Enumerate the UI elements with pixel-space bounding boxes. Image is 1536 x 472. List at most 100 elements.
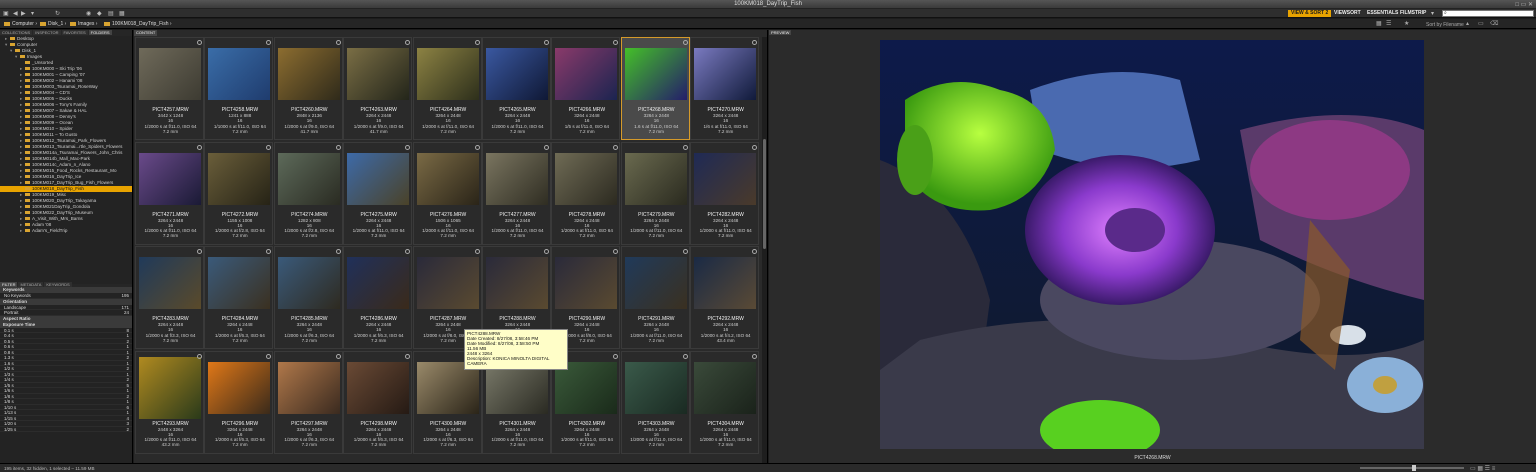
rotate-icon[interactable]: ↻ (55, 10, 60, 17)
thumbnail-cell[interactable]: PICT4278.MRW 3264 x 2448 16 1/2000 s at f/1… (551, 141, 621, 245)
thumbnail-image[interactable] (347, 48, 410, 100)
scrollbar-thumb[interactable] (763, 139, 766, 249)
window-controls[interactable]: □ ▭ ✕ (1515, 1, 1533, 8)
tab-folders[interactable]: FOLDERS (88, 30, 112, 35)
thumbnail-image[interactable] (555, 257, 618, 309)
thumbnail-cell[interactable]: PICT4263.MRW 3264 x 2448 16 1/2000 s at f/9… (343, 37, 413, 140)
breadcrumb-images[interactable]: Images › (70, 21, 97, 27)
thumbnail-image[interactable] (486, 48, 548, 100)
thumbnail-cell[interactable]: PICT4285.MRW 3264 x 2448 16 1/2000 s at f/6… (273, 246, 343, 349)
thumbnail-image[interactable] (139, 48, 201, 100)
list-view-icon[interactable]: ☰ (1386, 20, 1391, 27)
thumbnail-image[interactable] (277, 361, 340, 414)
refine-icon[interactable]: ◆ (97, 10, 102, 17)
slider-knob[interactable] (1412, 465, 1416, 471)
thumbnail-image[interactable] (347, 361, 410, 414)
thumbnail-image[interactable] (139, 356, 201, 419)
thumbnail-image[interactable] (416, 152, 479, 205)
tab-content[interactable]: CONTENT (134, 30, 158, 36)
thumbnail-cell[interactable]: PICT4275.MRW 3264 x 2448 16 1/2000 s at f/1… (343, 141, 413, 245)
thumbnail-cell[interactable]: PICT4286.MRW 3264 x 2448 16 1/2000 s at f/6… (343, 246, 413, 349)
thumbnail-cell[interactable]: PICT4283.MRW 3264 x 2448 16 1/2000 s at f/3… (135, 246, 204, 349)
forward-icon[interactable]: ▶ (21, 10, 26, 17)
workspace-view-sort-2[interactable]: VIEW & SORT 2 (1288, 10, 1332, 17)
filter-item[interactable]: 1/25 s 2 (0, 427, 132, 432)
thumbnail-image[interactable] (555, 48, 618, 100)
thumbnail-image[interactable] (208, 48, 271, 100)
thumbnail-image[interactable] (277, 257, 340, 309)
recent-folder-icon[interactable]: ▾ (31, 10, 34, 17)
thumbnail-image[interactable] (347, 257, 410, 309)
delete-icon[interactable]: ⌫ (1490, 20, 1498, 27)
thumbnail-image[interactable] (277, 152, 340, 205)
content-scrollbar[interactable] (762, 37, 767, 463)
thumbnail-image[interactable] (416, 257, 479, 309)
thumbnail-cell[interactable]: PICT4296.MRW 3264 x 2448 16 1/2000 s at f/6… (204, 350, 274, 454)
thumbnail-cell[interactable]: PICT4304.MRW 3264 x 2448 16 1/2000 s at f/1… (690, 350, 760, 454)
thumbnail-image[interactable] (416, 48, 479, 100)
thumbnail-cell[interactable]: PICT4292.MRW 3264 x 2448 16 1/2000 s at f/4… (690, 246, 760, 349)
workspace-filmstrip[interactable]: FILMSTRIP (1397, 10, 1429, 17)
workspace-essentials[interactable]: ESSENTIALS (1364, 10, 1401, 17)
breadcrumb-computer[interactable]: Computer › (4, 21, 37, 27)
thumbnail-cell[interactable]: PICT4257.MRW 3442 x 1248 16 1/2000 s at f/1… (135, 37, 204, 140)
thumbnail-image[interactable] (208, 152, 271, 205)
thumbnail-cell[interactable]: PICT4268.MRW 3264 x 2448 16 1.6 s at f/11.0… (620, 37, 690, 140)
thumbnail-image[interactable] (555, 152, 618, 205)
thumbnail-image[interactable] (694, 257, 757, 309)
thumbnail-cell[interactable]: PICT4258.MRW 1241 x 888 16 1/1000 s at f/11… (204, 37, 274, 140)
thumbnail-image[interactable] (624, 48, 687, 100)
workspace-viewsort[interactable]: VIEWSORT (1331, 10, 1364, 17)
thumbnail-cell[interactable]: PICT4266.MRW 3264 x 2448 16 1/5 s at f/11.0… (551, 37, 621, 140)
tab-favorites[interactable]: FAVORITES (61, 30, 88, 35)
thumbnail-cell[interactable]: PICT4298.MRW 3264 x 2448 16 1/2000 s at f/6… (343, 350, 413, 454)
thumbnail-cell[interactable]: PICT4293.MRW 2448 x 3264 16 1/2000 s at f/1… (135, 350, 204, 454)
sort-dropdown[interactable]: Sort by Filename (1426, 22, 1464, 28)
thumbnail-cell[interactable]: PICT4282.MRW 3264 x 2448 16 1/2000 s at f/1… (690, 141, 760, 245)
thumbnail-image[interactable] (347, 152, 410, 205)
thumbnail-image[interactable] (208, 361, 271, 414)
tab-collections[interactable]: COLLECTIONS (0, 30, 33, 35)
workspace-menu-icon[interactable]: ▾ (1431, 10, 1434, 17)
camera-icon[interactable]: ◉ (86, 10, 91, 17)
breadcrumb-current[interactable]: 100KM018_DayTrip_Fish › (104, 21, 172, 27)
thumbnail-cell[interactable]: PICT4297.MRW 3264 x 2448 16 1/2000 s at f/6… (273, 350, 343, 454)
sort-direction-icon[interactable]: ▴ (1466, 20, 1469, 27)
thumbnail-cell[interactable]: PICT4277.MRW 3264 x 2448 16 1/2000 s at f/1… (482, 141, 551, 245)
preview-image[interactable] (880, 40, 1424, 449)
thumbnail-image[interactable] (624, 152, 687, 205)
star-filter-icon[interactable]: ★ (1404, 20, 1409, 27)
thumbnail-image[interactable] (694, 48, 757, 100)
thumbnail-cell[interactable]: PICT4284.MRW 3264 x 2448 16 1/2000 s at f/6… (204, 246, 274, 349)
thumbnail-image[interactable] (624, 361, 687, 414)
thumbnail-cell[interactable]: PICT4276.MRW 1506 x 1065 16 1/2000 s at f/1… (412, 141, 482, 245)
tab-preview[interactable]: PREVIEW (769, 30, 792, 35)
thumbnail-cell[interactable]: PICT4264.MRW 3264 x 2448 16 1/2000 s at f/1… (412, 37, 482, 140)
thumbnail-image[interactable] (694, 152, 757, 205)
thumbnail-image[interactable] (139, 257, 201, 309)
thumbnail-cell[interactable]: PICT4270.MRW 3264 x 2448 16 1/6 s at f/11.0… (690, 37, 760, 140)
breadcrumb-disk[interactable]: Disk_1 › (40, 21, 66, 27)
lock-icon[interactable]: ▭ ▦ ☰ ≡ (1470, 465, 1495, 472)
thumbnail-cell[interactable]: PICT4265.MRW 3264 x 2448 16 1/2000 s at f/1… (482, 37, 551, 140)
thumbnail-cell[interactable]: PICT4291.MRW 3264 x 2448 16 1/2000 s at f/1… (620, 246, 690, 349)
thumbnail-image[interactable] (277, 48, 340, 100)
thumbnail-cell[interactable]: PICT4271.MRW 3264 x 2448 16 1/2000 s at f/1… (135, 141, 204, 245)
grid-view-icon[interactable]: ▦ (1376, 20, 1382, 27)
output-icon[interactable]: ▦ (119, 10, 125, 17)
new-folder-icon[interactable]: ▭ (1478, 20, 1484, 27)
thumbnail-image[interactable] (694, 361, 757, 414)
thumbnail-image[interactable] (208, 257, 271, 309)
thumbnail-cell[interactable]: PICT4279.MRW 3264 x 2448 16 1/2000 s at f/1… (620, 141, 690, 245)
thumbnail-image[interactable] (624, 257, 687, 309)
thumbnail-cell[interactable]: PICT4274.MRW 1282 x 808 16 1/2000 s at f/2.… (273, 141, 343, 245)
thumbnail-image[interactable] (486, 257, 548, 309)
thumbnail-cell[interactable]: PICT4260.MRW 2848 x 2136 16 1/2000 s at f/9… (273, 37, 343, 140)
folder-tree-item[interactable]: ▸ Adam's_FieldTrip (0, 228, 132, 234)
thumbnail-cell[interactable]: PICT4303.MRW 3264 x 2448 16 1/2000 s at f/1… (620, 350, 690, 454)
thumbnail-cell[interactable]: PICT4272.MRW 1155 x 1008 16 1/2000 s at f/2… (204, 141, 274, 245)
open-icon[interactable]: ▤ (108, 10, 114, 17)
search-input[interactable]: ⌕ (1442, 10, 1534, 17)
tab-inspector[interactable]: INSPECTOR (33, 30, 61, 35)
back-icon[interactable]: ◀ (13, 10, 18, 17)
